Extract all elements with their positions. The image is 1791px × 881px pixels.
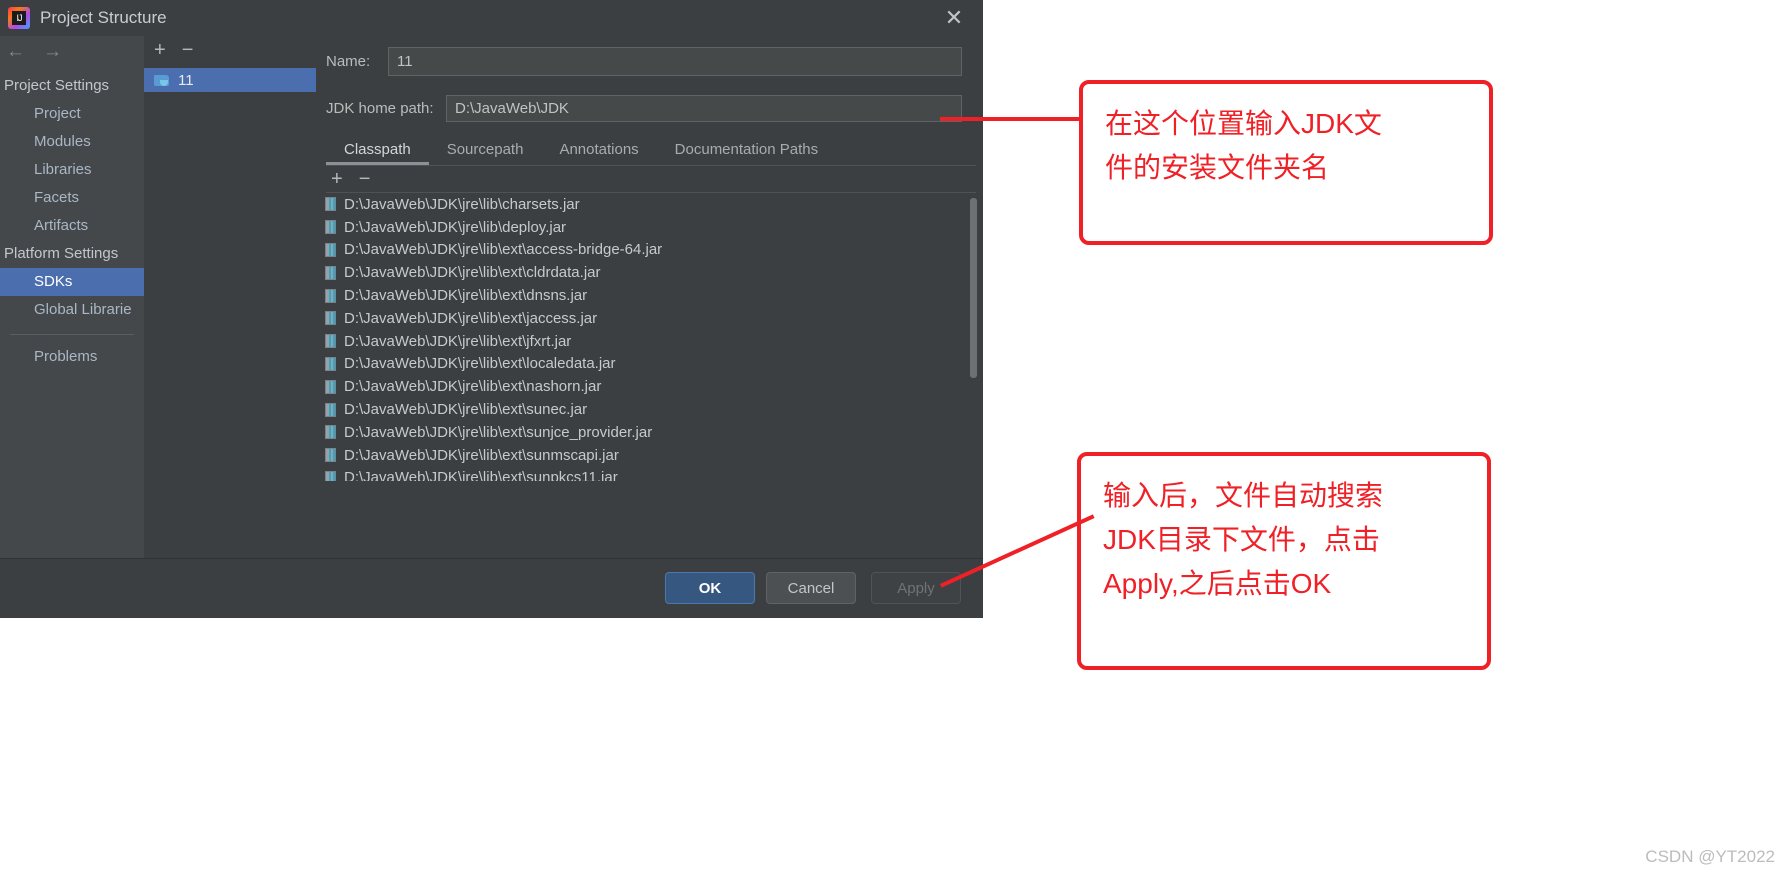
screenshot-root: IJ Project Structure ✕ ← → Project Setti… bbox=[0, 0, 1791, 881]
sidebar-item-sdks[interactable]: SDKs bbox=[0, 268, 144, 296]
tab-classpath[interactable]: Classpath bbox=[326, 137, 429, 165]
list-item[interactable]: D:\JavaWeb\JDK\jre\lib\ext\sunpkcs11.jar bbox=[316, 467, 983, 481]
list-item[interactable]: D:\JavaWeb\JDK\jre\lib\ext\sunec.jar bbox=[316, 398, 983, 421]
annotation-box-1: 在这个位置输入JDK文 件的安装文件夹名 bbox=[1079, 80, 1493, 245]
sidebar-group-project-settings: Project Settings bbox=[4, 77, 110, 94]
list-item-label: D:\JavaWeb\JDK\jre\lib\ext\sunec.jar bbox=[344, 401, 588, 419]
close-icon[interactable]: ✕ bbox=[939, 4, 969, 32]
ok-button[interactable]: OK bbox=[665, 572, 755, 604]
list-item-label: D:\JavaWeb\JDK\jre\lib\ext\sunmscapi.jar bbox=[344, 446, 619, 464]
list-item[interactable]: D:\JavaWeb\JDK\jre\lib\deploy.jar bbox=[316, 216, 983, 239]
sdk-list-item-label: 11 bbox=[178, 71, 194, 89]
sdk-list-item[interactable]: 11 bbox=[144, 68, 316, 92]
jar-file-icon bbox=[325, 356, 336, 371]
annotation-box-1-line-1: 在这个位置输入JDK文 bbox=[1105, 108, 1382, 139]
remove-sdk-icon[interactable]: − bbox=[182, 40, 194, 60]
dialog-title: Project Structure bbox=[40, 8, 167, 27]
list-item-label: D:\JavaWeb\JDK\jre\lib\charsets.jar bbox=[344, 195, 580, 213]
jar-file-icon bbox=[325, 470, 336, 481]
jdk-home-path-label: JDK home path: bbox=[326, 99, 434, 117]
list-item-label: D:\JavaWeb\JDK\jre\lib\ext\sunpkcs11.jar bbox=[344, 469, 618, 481]
list-item-label: D:\JavaWeb\JDK\jre\lib\ext\cldrdata.jar bbox=[344, 264, 601, 282]
sdk-detail-pane: Name: JDK home path: Classpath Sourcepat… bbox=[316, 36, 983, 581]
list-item[interactable]: D:\JavaWeb\JDK\jre\lib\charsets.jar bbox=[316, 193, 983, 216]
list-item[interactable]: D:\JavaWeb\JDK\jre\lib\ext\sunmscapi.jar bbox=[316, 444, 983, 467]
classpath-toolbar: + − bbox=[326, 166, 976, 193]
list-item-label: D:\JavaWeb\JDK\jre\lib\ext\nashorn.jar bbox=[344, 378, 602, 396]
classpath-list[interactable]: D:\JavaWeb\JDK\jre\lib\charsets.jar D:\J… bbox=[316, 193, 983, 481]
add-classpath-icon[interactable]: + bbox=[331, 169, 343, 189]
annotation-box-2-line-2: JDK目录下文件，点击 bbox=[1103, 524, 1380, 555]
sidebar-item-global-libraries[interactable]: Global Librarie bbox=[0, 296, 144, 324]
list-item-label: D:\JavaWeb\JDK\jre\lib\ext\jfxrt.jar bbox=[344, 332, 572, 350]
dialog-footer: OK Cancel Apply bbox=[0, 558, 983, 618]
sidebar-item-libraries[interactable]: Libraries bbox=[0, 156, 144, 184]
sidebar-item-artifacts[interactable]: Artifacts bbox=[0, 212, 144, 240]
folder-icon bbox=[154, 74, 170, 87]
annotation-box-2: 输入后，文件自动搜索 JDK目录下文件，点击 Apply,之后点击OK bbox=[1077, 452, 1491, 670]
annotation-box-2-line-3: Apply,之后点击OK bbox=[1103, 568, 1332, 599]
cancel-button[interactable]: Cancel bbox=[766, 572, 856, 604]
list-item-label: D:\JavaWeb\JDK\jre\lib\ext\sunjce_provid… bbox=[344, 423, 653, 441]
jar-file-icon bbox=[325, 402, 336, 417]
jar-file-icon bbox=[325, 425, 336, 440]
list-item[interactable]: D:\JavaWeb\JDK\jre\lib\ext\dnsns.jar bbox=[316, 284, 983, 307]
name-field-row: Name: bbox=[326, 46, 962, 76]
jar-file-icon bbox=[325, 220, 336, 235]
project-structure-dialog: IJ Project Structure ✕ ← → Project Setti… bbox=[0, 0, 983, 618]
back-arrow-icon[interactable]: ← bbox=[6, 41, 25, 63]
add-sdk-icon[interactable]: + bbox=[154, 40, 166, 60]
sidebar-group-platform-settings: Platform Settings bbox=[4, 245, 119, 262]
remove-classpath-icon[interactable]: − bbox=[359, 169, 371, 189]
sidebar-item-problems[interactable]: Problems bbox=[0, 343, 144, 371]
list-item[interactable]: D:\JavaWeb\JDK\jre\lib\ext\localedata.ja… bbox=[316, 353, 983, 376]
intellij-idea-icon-letters: IJ bbox=[16, 13, 22, 23]
sidebar-item-facets[interactable]: Facets bbox=[0, 184, 144, 212]
jdk-home-path-input[interactable] bbox=[446, 94, 962, 122]
sidebar-item-project[interactable]: Project bbox=[0, 100, 144, 128]
watermark: CSDN @YT2022 bbox=[1645, 847, 1775, 866]
apply-button[interactable]: Apply bbox=[871, 572, 961, 604]
list-item[interactable]: D:\JavaWeb\JDK\jre\lib\ext\cldrdata.jar bbox=[316, 261, 983, 284]
sdk-list-toolbar: + − bbox=[144, 36, 316, 64]
tab-annotations[interactable]: Annotations bbox=[541, 137, 656, 165]
jar-file-icon bbox=[325, 197, 336, 212]
dialog-titlebar: IJ Project Structure ✕ bbox=[0, 0, 983, 36]
jar-file-icon bbox=[325, 379, 336, 394]
jar-file-icon bbox=[325, 265, 336, 280]
name-input[interactable] bbox=[388, 46, 962, 76]
nav-history-controls: ← → bbox=[0, 36, 144, 68]
annotation-box-2-line-1: 输入后，文件自动搜索 bbox=[1103, 480, 1384, 511]
forward-arrow-icon[interactable]: → bbox=[43, 41, 62, 63]
tab-sourcepath[interactable]: Sourcepath bbox=[429, 137, 542, 165]
jar-file-icon bbox=[325, 242, 336, 257]
list-item-label: D:\JavaWeb\JDK\jre\lib\ext\localedata.ja… bbox=[344, 355, 616, 373]
intellij-idea-icon: IJ bbox=[8, 7, 30, 29]
list-item[interactable]: D:\JavaWeb\JDK\jre\lib\ext\sunjce_provid… bbox=[316, 421, 983, 444]
list-item[interactable]: D:\JavaWeb\JDK\jre\lib\ext\jaccess.jar bbox=[316, 307, 983, 330]
sidebar-divider bbox=[10, 334, 134, 335]
list-item-label: D:\JavaWeb\JDK\jre\lib\ext\jaccess.jar bbox=[344, 309, 598, 327]
settings-navigation: ← → Project Settings Project Modules Lib… bbox=[0, 36, 144, 617]
jar-file-icon bbox=[325, 311, 336, 326]
jar-file-icon bbox=[325, 334, 336, 349]
jar-file-icon bbox=[325, 288, 336, 303]
jdk-home-path-row: JDK home path: bbox=[326, 93, 962, 123]
annotation-pointer-line-1 bbox=[940, 117, 1082, 121]
sdk-tabs: Classpath Sourcepath Annotations Documen… bbox=[326, 133, 976, 166]
classpath-scrollbar[interactable] bbox=[970, 198, 977, 378]
tab-documentation-paths[interactable]: Documentation Paths bbox=[657, 137, 836, 165]
list-item-label: D:\JavaWeb\JDK\jre\lib\deploy.jar bbox=[344, 218, 567, 236]
sdk-list-panel: + − 11 bbox=[144, 36, 317, 581]
jar-file-icon bbox=[325, 448, 336, 463]
list-item[interactable]: D:\JavaWeb\JDK\jre\lib\ext\jfxrt.jar bbox=[316, 330, 983, 353]
name-label: Name: bbox=[326, 52, 371, 70]
list-item-label: D:\JavaWeb\JDK\jre\lib\ext\dnsns.jar bbox=[344, 287, 588, 305]
annotation-box-1-line-2: 件的安装文件夹名 bbox=[1105, 152, 1330, 183]
nav-items: Project Settings Project Modules Librari… bbox=[0, 72, 144, 371]
list-item[interactable]: D:\JavaWeb\JDK\jre\lib\ext\nashorn.jar bbox=[316, 375, 983, 398]
list-item-label: D:\JavaWeb\JDK\jre\lib\ext\access-bridge… bbox=[344, 241, 663, 259]
list-item[interactable]: D:\JavaWeb\JDK\jre\lib\ext\access-bridge… bbox=[316, 239, 983, 262]
sidebar-item-modules[interactable]: Modules bbox=[0, 128, 144, 156]
